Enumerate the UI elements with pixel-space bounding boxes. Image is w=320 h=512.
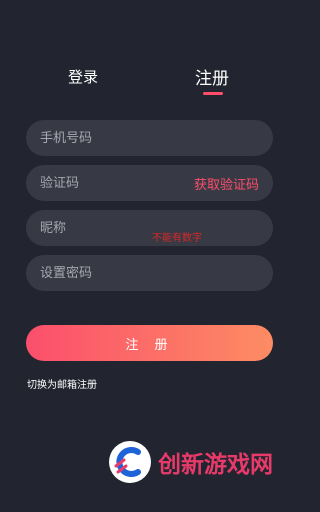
tab-login[interactable]: 登录 xyxy=(68,66,98,87)
register-button[interactable]: 注 册 xyxy=(26,325,273,361)
watermark-logo-icon xyxy=(108,440,152,484)
verification-code-input[interactable] xyxy=(38,174,172,192)
get-code-button[interactable]: 获取验证码 xyxy=(194,174,259,193)
nickname-field[interactable] xyxy=(26,210,273,246)
password-field[interactable] xyxy=(26,255,273,291)
nickname-note: 不能有数字 xyxy=(152,233,202,244)
verification-code-field[interactable]: 获取验证码 xyxy=(26,165,273,201)
phone-input[interactable] xyxy=(38,129,261,147)
watermark-text: 创新游戏网 xyxy=(158,452,273,478)
nickname-input[interactable] xyxy=(38,219,261,237)
active-tab-indicator xyxy=(203,92,223,95)
tab-register[interactable]: 注册 xyxy=(195,64,229,89)
auth-tabs: 登录 注册 xyxy=(0,62,300,102)
phone-field[interactable] xyxy=(26,120,273,156)
switch-email-link[interactable]: 切换为邮箱注册 xyxy=(27,376,97,391)
watermark: 创新游戏网 xyxy=(108,440,300,484)
password-input[interactable] xyxy=(38,264,261,282)
